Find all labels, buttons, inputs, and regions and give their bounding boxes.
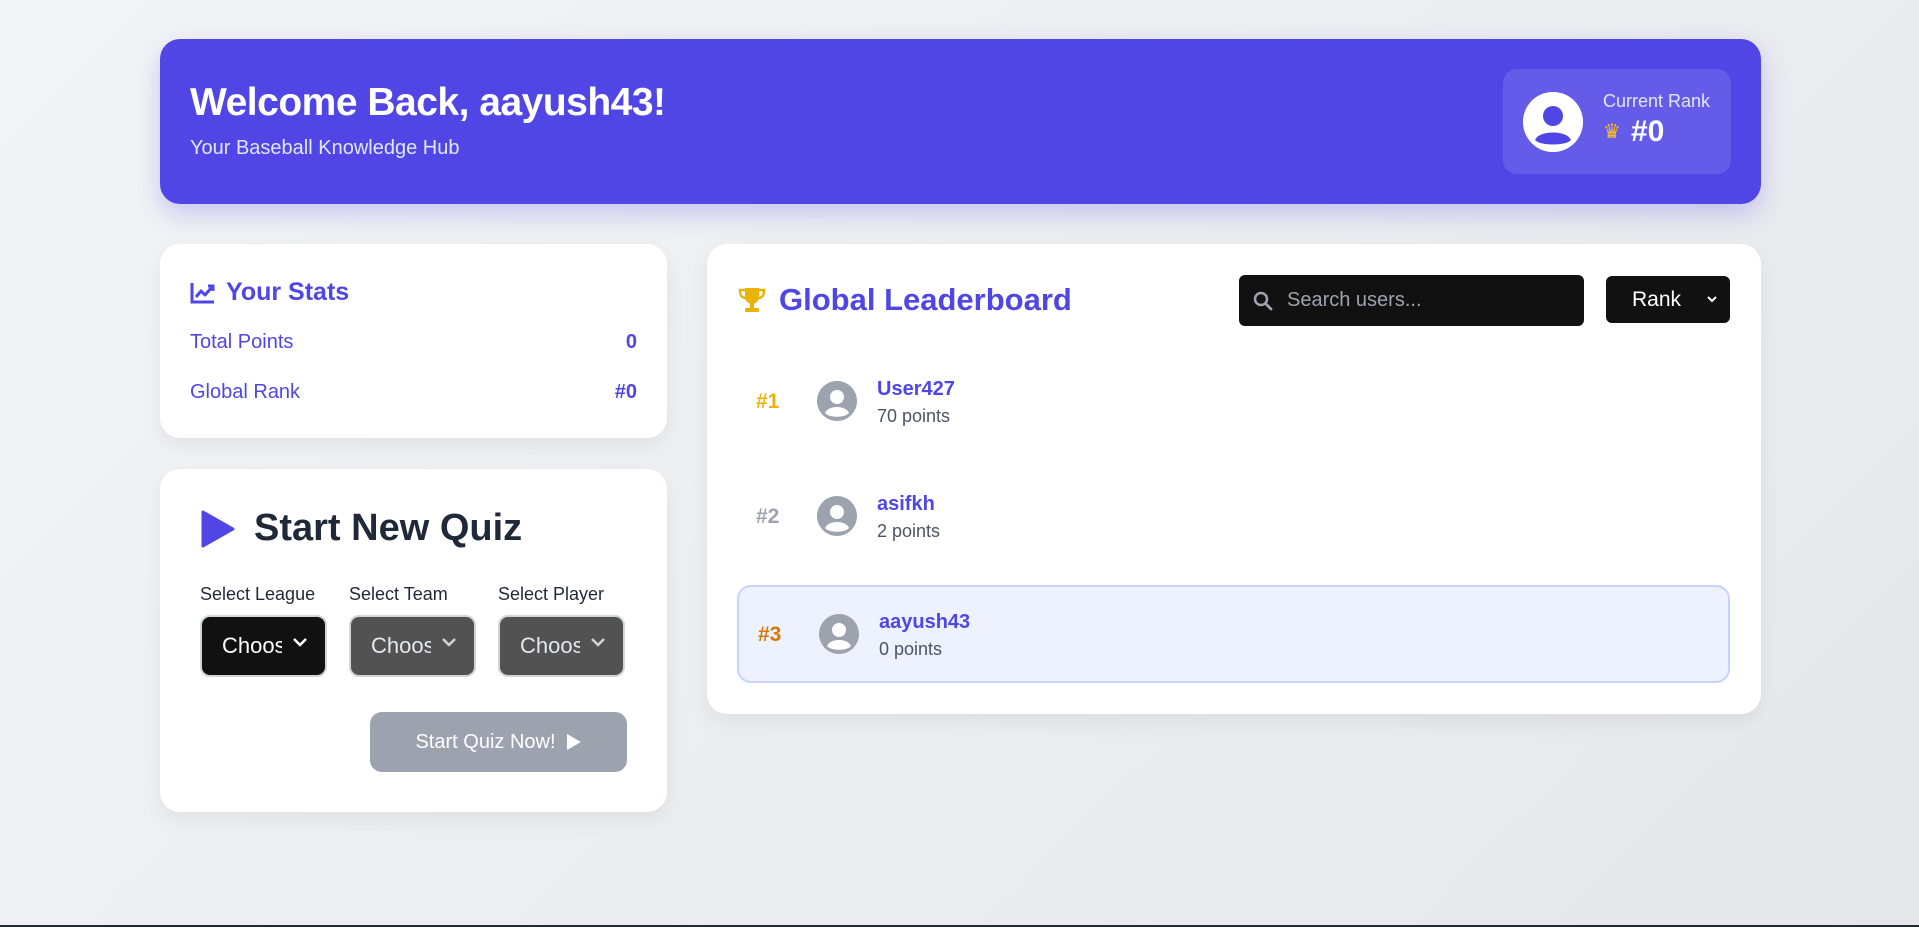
leaderboard-title: Global Leaderboard: [737, 282, 1072, 318]
user-avatar: [817, 381, 857, 421]
league-select-label: Select League: [200, 584, 316, 604]
crown-icon: ♛: [1603, 121, 1621, 143]
stat-label: Global Rank: [190, 381, 301, 403]
stat-value: 0: [625, 331, 637, 353]
team-select-value: Choose: [371, 633, 431, 658]
league-select[interactable]: Choose: [200, 615, 327, 677]
current-rank-value: #0: [1630, 115, 1665, 148]
search-input[interactable]: [1287, 289, 1567, 312]
play-icon: [201, 510, 235, 547]
user-circle-icon: [817, 381, 857, 421]
chevron-down-icon: [1707, 296, 1717, 303]
start-quiz-label: Start Quiz Now!: [415, 730, 556, 753]
stat-row-global-rank: Global Rank #0: [190, 381, 637, 404]
leaderboard-rank: #1: [756, 390, 780, 413]
chevron-down-icon: [442, 638, 456, 647]
current-rank-value-wrap: ♛ #0: [1603, 115, 1664, 149]
chevron-down-icon: [591, 638, 605, 647]
quiz-card: Start New Quiz Select League Choose Sele…: [160, 469, 667, 812]
leaderboard-rank: #2: [756, 505, 780, 528]
leaderboard-row-current-user[interactable]: #3 aayush43 0 points: [737, 585, 1730, 683]
stat-row-total-points: Total Points 0: [190, 331, 637, 354]
search-icon: [1253, 291, 1273, 310]
user-circle-icon: [817, 496, 857, 536]
leaderboard-points: 2 points: [877, 521, 941, 541]
leaderboard-username: User427: [877, 378, 955, 400]
current-rank-card: Current Rank ♛ #0: [1503, 69, 1731, 174]
leaderboard-username: aayush43: [879, 611, 971, 633]
trophy-icon: [738, 288, 766, 312]
leaderboard-row[interactable]: #1 User427 70 points: [737, 354, 1730, 452]
leaderboard-row[interactable]: #2 asifkh 2 points: [737, 469, 1730, 567]
chart-line-icon: [190, 282, 215, 303]
chevron-down-icon: [293, 638, 307, 647]
user-circle-icon: [1523, 92, 1583, 152]
sort-select[interactable]: Rank: [1606, 276, 1730, 323]
current-rank-label: Current Rank: [1603, 91, 1711, 111]
player-select-group: Select Player Choose: [498, 584, 625, 677]
team-select-group: Select Team Choose: [349, 584, 476, 677]
user-avatar: [817, 496, 857, 536]
player-select-value: Choose: [520, 633, 580, 658]
team-select-label: Select Team: [349, 584, 448, 604]
sort-select-value: Rank: [1632, 287, 1682, 311]
user-avatar: [819, 614, 859, 654]
leaderboard-points: 70 points: [877, 406, 951, 426]
quiz-title: Start New Quiz: [200, 507, 522, 550]
stats-title-text: Your Stats: [226, 278, 350, 306]
welcome-heading: Welcome Back, aayush43!: [190, 81, 666, 124]
play-icon: [566, 734, 581, 750]
welcome-tagline: Your Baseball Knowledge Hub: [190, 137, 460, 159]
quiz-title-text: Start New Quiz: [254, 507, 523, 549]
stat-label: Total Points: [190, 331, 294, 353]
stats-card: Your Stats Total Points 0 Global Rank #0: [160, 244, 667, 438]
leaderboard-title-text: Global Leaderboard: [779, 282, 1072, 317]
player-select-label: Select Player: [498, 584, 605, 604]
leaderboard-username: asifkh: [877, 493, 935, 515]
leaderboard-rank: #3: [758, 623, 782, 646]
welcome-banner: Welcome Back, aayush43! Your Baseball Kn…: [160, 39, 1761, 204]
start-quiz-button[interactable]: Start Quiz Now!: [370, 712, 627, 772]
league-select-group: Select League Choose: [200, 584, 327, 677]
user-avatar[interactable]: [1523, 92, 1583, 152]
leaderboard-card: Global Leaderboard Rank #1 User427 70 po…: [707, 244, 1761, 714]
search-box: [1239, 275, 1584, 326]
stat-value: #0: [614, 381, 637, 403]
league-select-value: Choose: [222, 633, 282, 658]
user-circle-icon: [819, 614, 859, 654]
player-select[interactable]: Choose: [498, 615, 625, 677]
leaderboard-points: 0 points: [879, 639, 943, 659]
team-select[interactable]: Choose: [349, 615, 476, 677]
stats-title: Your Stats: [190, 278, 349, 307]
